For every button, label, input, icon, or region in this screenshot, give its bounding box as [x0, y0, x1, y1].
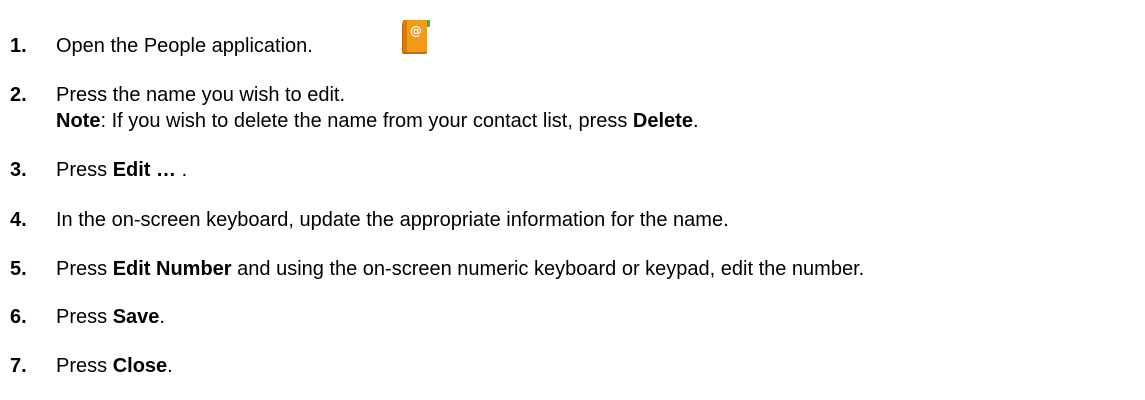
step-text: Press Save.	[56, 305, 165, 329]
step-text-part: and using the on-screen numeric keyboard…	[231, 258, 865, 280]
step-text-part: Press	[56, 159, 113, 181]
step-number: 5.	[10, 258, 27, 280]
note-end: .	[692, 110, 699, 132]
step-text-bold: Edit …	[112, 159, 177, 181]
step-text-part: .	[159, 306, 165, 328]
step-text: Open the People application.	[56, 35, 313, 57]
step-text-part: Press	[56, 306, 113, 328]
people-app-icon: @	[400, 16, 434, 56]
step-text: Press Edit … .	[56, 158, 187, 182]
svg-text:@: @	[410, 24, 422, 38]
step-number: 1.	[10, 35, 27, 57]
step-number: 6.	[10, 306, 27, 328]
step-text-bold: Close	[112, 355, 168, 377]
step-text-part: .	[167, 355, 173, 377]
note: Note: If you wish to delete the name fro…	[56, 109, 699, 133]
step-text: Press Close.	[56, 354, 173, 378]
step-text-part: .	[176, 159, 188, 181]
step-text-bold: Save	[112, 306, 160, 328]
step-text-bold: Edit Number	[112, 258, 232, 280]
step-text: Press Edit Number and using the on-scree…	[56, 257, 864, 281]
note-text: : If you wish to delete the name from yo…	[100, 110, 633, 132]
step-number: 3.	[10, 159, 27, 181]
step-number: 4.	[10, 209, 27, 231]
step-number: 7.	[10, 355, 27, 377]
note-bold: Delete	[632, 110, 693, 132]
step-number: 2.	[10, 84, 27, 106]
step-text: Press the name you wish to edit.	[56, 84, 346, 106]
step-text-part: Press	[56, 258, 113, 280]
note-label: Note	[56, 110, 101, 132]
step-text-part: Press	[56, 355, 113, 377]
step-text: In the on-screen keyboard, update the ap…	[56, 209, 729, 231]
